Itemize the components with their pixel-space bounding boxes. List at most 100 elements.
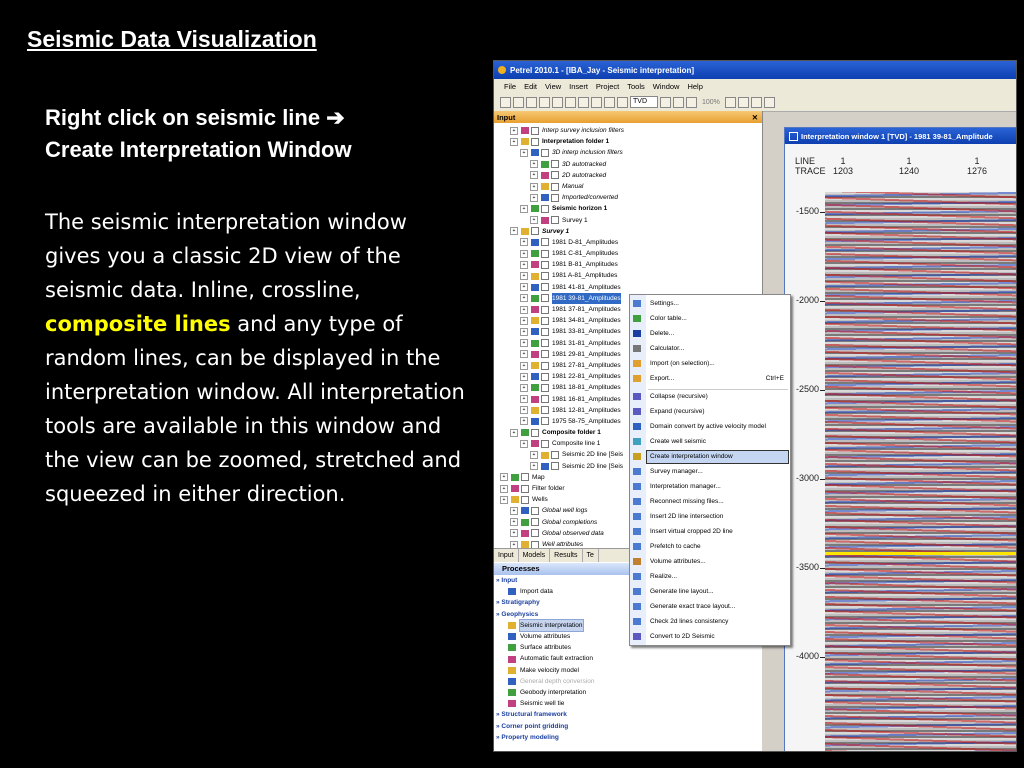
visibility-checkbox[interactable]: [541, 294, 549, 303]
visibility-checkbox[interactable]: [531, 529, 539, 538]
home-icon[interactable]: [763, 96, 775, 108]
tab-input[interactable]: Input: [494, 549, 519, 562]
visibility-checkbox[interactable]: [541, 238, 549, 247]
expand-toggle-icon[interactable]: +: [530, 462, 538, 471]
zoom-out-icon[interactable]: [750, 96, 762, 108]
expand-toggle-icon[interactable]: +: [520, 204, 528, 213]
expand-toggle-icon[interactable]: +: [520, 327, 528, 336]
menu-item-insert-2d-line-intersection[interactable]: Insert 2D line intersection: [633, 511, 784, 523]
domain-select[interactable]: TVD: [630, 96, 658, 108]
tree-item[interactable]: + Interpretation folder 1: [494, 136, 762, 147]
menu-item-generate-line-layout[interactable]: Generate line layout...: [633, 586, 784, 598]
visibility-checkbox[interactable]: [521, 473, 529, 482]
expand-toggle-icon[interactable]: +: [520, 148, 528, 157]
copy-icon[interactable]: [565, 96, 576, 108]
delete-icon[interactable]: [591, 96, 602, 108]
visibility-checkbox[interactable]: [521, 484, 529, 493]
visibility-checkbox[interactable]: [531, 227, 539, 236]
expand-toggle-icon[interactable]: +: [500, 473, 508, 482]
tree-item[interactable]: +3D autotracked: [494, 159, 762, 170]
menu-item-create-interpretation-window[interactable]: Create interpretation window: [633, 450, 789, 464]
menu-item-prefetch-to-cache[interactable]: Prefetch to cache: [633, 541, 784, 553]
expand-toggle-icon[interactable]: +: [520, 316, 528, 325]
menu-item-collapse-recursive[interactable]: Collapse (recursive): [633, 391, 784, 403]
tab-models[interactable]: Models: [519, 549, 551, 562]
menu-item-create-well-seismic[interactable]: Create well seismic: [633, 436, 784, 448]
process-item[interactable]: Make velocity model: [496, 665, 762, 676]
expand-toggle-icon[interactable]: +: [510, 428, 518, 437]
menu-item-expand-recursive[interactable]: Expand (recursive): [633, 406, 784, 418]
process-category[interactable]: Structural framework: [496, 709, 762, 720]
visibility-checkbox[interactable]: [521, 495, 529, 504]
visibility-checkbox[interactable]: [531, 126, 539, 135]
visibility-checkbox[interactable]: [541, 272, 549, 281]
layout-icon[interactable]: [686, 96, 697, 108]
expand-toggle-icon[interactable]: +: [520, 260, 528, 269]
tab-te[interactable]: Te: [583, 549, 599, 562]
expand-toggle-icon[interactable]: +: [530, 216, 538, 225]
menu-item-reconnect-missing-files[interactable]: Reconnect missing files...: [633, 496, 784, 508]
menu-item-delete[interactable]: Delete...: [633, 328, 784, 340]
tree-item[interactable]: +1981 41-81_Amplitudes: [494, 282, 762, 293]
visibility-checkbox[interactable]: [541, 283, 549, 292]
visibility-checkbox[interactable]: [551, 216, 559, 225]
expand-toggle-icon[interactable]: +: [520, 439, 528, 448]
visibility-checkbox[interactable]: [551, 182, 559, 191]
visibility-checkbox[interactable]: [541, 148, 549, 157]
menu-item-convert-to-2d-seismic[interactable]: Convert to 2D Seismic: [633, 631, 784, 643]
visibility-checkbox[interactable]: [541, 339, 549, 348]
expand-toggle-icon[interactable]: +: [510, 518, 518, 527]
expand-toggle-icon[interactable]: +: [510, 227, 518, 236]
visibility-checkbox[interactable]: [541, 383, 549, 392]
tab-results[interactable]: Results: [550, 549, 583, 562]
menu-item-volume-attributes[interactable]: Volume attributes...: [633, 556, 784, 568]
expand-toggle-icon[interactable]: +: [520, 238, 528, 247]
expand-toggle-icon[interactable]: +: [520, 417, 528, 426]
visibility-checkbox[interactable]: [531, 506, 539, 515]
expand-toggle-icon[interactable]: +: [510, 506, 518, 515]
open-icon[interactable]: [513, 96, 524, 108]
expand-toggle-icon[interactable]: +: [520, 361, 528, 370]
menu-item-interpretation-manager[interactable]: Interpretation manager...: [633, 481, 784, 493]
tree-item[interactable]: +1981 C-81_Amplitudes: [494, 248, 762, 259]
menu-edit[interactable]: Edit: [524, 82, 537, 91]
menu-item-survey-manager[interactable]: Survey manager...: [633, 466, 784, 478]
expand-toggle-icon[interactable]: +: [520, 339, 528, 348]
visibility-checkbox[interactable]: [531, 428, 539, 437]
tree-item[interactable]: + Seismic horizon 1: [494, 203, 762, 214]
grid-icon[interactable]: [673, 96, 684, 108]
menu-item-import-on-selection[interactable]: Import (on selection)...: [633, 358, 784, 370]
tree-item[interactable]: + Survey 1: [494, 215, 762, 226]
tree-item[interactable]: +1981 D-81_Amplitudes: [494, 237, 762, 248]
process-category[interactable]: Property modeling: [496, 732, 762, 743]
close-icon[interactable]: ✕: [752, 113, 758, 122]
expand-toggle-icon[interactable]: +: [530, 171, 538, 180]
menu-tools[interactable]: Tools: [627, 82, 645, 91]
visibility-checkbox[interactable]: [551, 451, 559, 460]
expand-toggle-icon[interactable]: +: [500, 484, 508, 493]
expand-toggle-icon[interactable]: +: [530, 193, 538, 202]
process-item[interactable]: Seismic well tie: [496, 698, 762, 709]
tree-item[interactable]: +1981 A-81_Amplitudes: [494, 270, 762, 281]
visibility-checkbox[interactable]: [541, 361, 549, 370]
tree-item[interactable]: +2D autotracked: [494, 170, 762, 181]
expand-toggle-icon[interactable]: +: [510, 126, 518, 135]
process-item[interactable]: Geobody interpretation: [496, 687, 762, 698]
menu-insert[interactable]: Insert: [569, 82, 588, 91]
tree-item[interactable]: + Interp survey inclusion filters: [494, 125, 762, 136]
menu-item-domain-convert-by-active-velocity-model[interactable]: Domain convert by active velocity model: [633, 421, 784, 433]
menu-item-generate-exact-trace-layout[interactable]: Generate exact trace layout...: [633, 601, 784, 613]
tree-item[interactable]: + Manual: [494, 181, 762, 192]
zoom-in-icon[interactable]: [737, 96, 749, 108]
expand-toggle-icon[interactable]: +: [520, 272, 528, 281]
menu-item-calculator[interactable]: Calculator...: [633, 343, 784, 355]
visibility-checkbox[interactable]: [541, 249, 549, 258]
expand-toggle-icon[interactable]: +: [520, 406, 528, 415]
expand-toggle-icon[interactable]: +: [510, 529, 518, 538]
visibility-checkbox[interactable]: [551, 171, 559, 180]
visibility-checkbox[interactable]: [531, 137, 539, 146]
redo-icon[interactable]: [617, 96, 628, 108]
expand-toggle-icon[interactable]: +: [520, 249, 528, 258]
expand-toggle-icon[interactable]: +: [520, 283, 528, 292]
view-icon[interactable]: [660, 96, 671, 108]
